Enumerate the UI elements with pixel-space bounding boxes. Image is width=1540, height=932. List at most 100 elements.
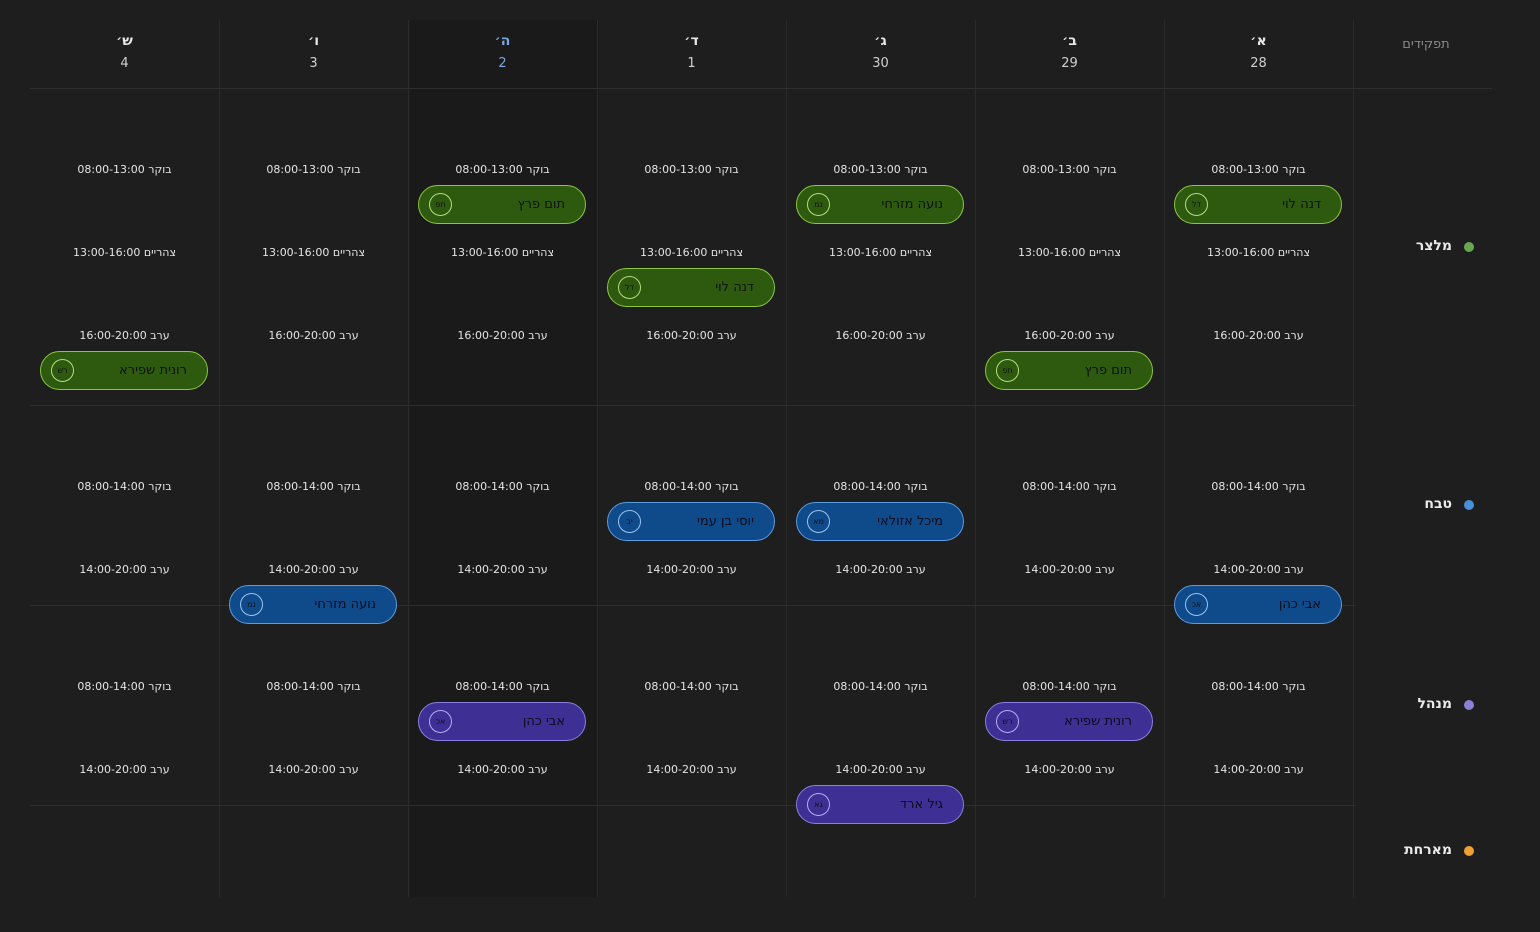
day-header[interactable]: ב׳ 29 — [975, 20, 1164, 88]
employee-name: דנה לוי — [1282, 197, 1321, 212]
shift-assignment-pill[interactable]: נועה מזרחי נמ — [229, 585, 397, 624]
day-date: 3 — [309, 56, 318, 71]
day-name: ו׳ — [307, 33, 320, 49]
employee-name: אבי כהן — [1278, 597, 1321, 612]
day-date: 29 — [1061, 56, 1078, 71]
shift-slot-label[interactable]: בוקר 08:00-14:00 — [408, 480, 597, 493]
shift-slot-label[interactable]: בוקר 08:00-14:00 — [786, 480, 975, 493]
role-color-dot — [1464, 500, 1474, 510]
row-divider — [30, 805, 1356, 806]
role-color-dot — [1464, 700, 1474, 710]
shift-slot-label[interactable]: צהריים 13:00-16:00 — [1164, 246, 1353, 259]
day-header[interactable]: ה׳ 2 — [408, 20, 597, 88]
employee-avatar: אכ — [1185, 593, 1208, 616]
employee-name: נועה מזרחי — [314, 597, 376, 612]
shift-slot-label[interactable]: ערב 16:00-20:00 — [408, 329, 597, 342]
shift-slot-label[interactable]: צהריים 13:00-16:00 — [219, 246, 408, 259]
shift-slot-label[interactable]: בוקר 08:00-14:00 — [30, 680, 219, 693]
role-color-dot — [1464, 846, 1474, 856]
shift-slot-label[interactable]: ערב 16:00-20:00 — [975, 329, 1164, 342]
shift-slot-label[interactable]: בוקר 08:00-14:00 — [786, 680, 975, 693]
employee-name: מיכל אזולאי — [877, 514, 943, 529]
shift-assignment-pill[interactable]: תום פרץ תפ — [985, 351, 1153, 390]
role-label: טבח — [1424, 496, 1452, 512]
day-name: ש׳ — [116, 33, 133, 49]
shift-slot-label[interactable]: בוקר 08:00-13:00 — [219, 163, 408, 176]
shift-slot-label[interactable]: בוקר 08:00-14:00 — [408, 680, 597, 693]
shift-assignment-pill[interactable]: תום פרץ תפ — [418, 185, 586, 224]
day-header[interactable]: ו׳ 3 — [219, 20, 408, 88]
shift-slot-label[interactable]: צהריים 13:00-16:00 — [408, 246, 597, 259]
shift-slot-label[interactable]: ערב 14:00-20:00 — [975, 763, 1164, 776]
shift-slot-label[interactable]: בוקר 08:00-14:00 — [597, 680, 786, 693]
shift-slot-label[interactable]: צהריים 13:00-16:00 — [597, 246, 786, 259]
shift-assignment-pill[interactable]: גיל ארד גא — [796, 785, 964, 824]
role-label: מארחת — [1404, 842, 1452, 858]
shift-slot-label[interactable]: ערב 14:00-20:00 — [30, 563, 219, 576]
shift-slot-label[interactable]: ערב 14:00-20:00 — [597, 563, 786, 576]
employee-name: תום פרץ — [517, 197, 565, 212]
employee-avatar: תפ — [996, 359, 1019, 382]
employee-avatar: יב — [618, 510, 641, 533]
shift-slot-label[interactable]: ערב 16:00-20:00 — [597, 329, 786, 342]
shift-assignment-pill[interactable]: אבי כהן אכ — [418, 702, 586, 741]
shift-slot-label[interactable]: בוקר 08:00-14:00 — [219, 680, 408, 693]
shift-slot-label[interactable]: ערב 14:00-20:00 — [219, 563, 408, 576]
shift-assignment-pill[interactable]: רונית שפירא רש — [985, 702, 1153, 741]
day-date: 4 — [120, 56, 129, 71]
shift-slot-label[interactable]: צהריים 13:00-16:00 — [975, 246, 1164, 259]
shift-assignment-pill[interactable]: רונית שפירא רש — [40, 351, 208, 390]
employee-avatar: דל — [1185, 193, 1208, 216]
day-header[interactable]: ד׳ 1 — [597, 20, 786, 88]
shift-slot-label[interactable]: בוקר 08:00-14:00 — [219, 480, 408, 493]
shift-slot-label[interactable]: ערב 14:00-20:00 — [786, 763, 975, 776]
shift-slot-label[interactable]: בוקר 08:00-14:00 — [975, 680, 1164, 693]
employee-avatar: גא — [807, 793, 830, 816]
shift-assignment-pill[interactable]: דנה לוי דל — [607, 268, 775, 307]
shift-slot-label[interactable]: ערב 16:00-20:00 — [1164, 329, 1353, 342]
employee-avatar: נמ — [240, 593, 263, 616]
shift-slot-label[interactable]: בוקר 08:00-13:00 — [597, 163, 786, 176]
employee-avatar: אכ — [429, 710, 452, 733]
shift-slot-label[interactable]: ערב 14:00-20:00 — [30, 763, 219, 776]
shift-slot-label[interactable]: בוקר 08:00-13:00 — [786, 163, 975, 176]
shift-slot-label[interactable]: ערב 14:00-20:00 — [408, 563, 597, 576]
shift-slot-label[interactable]: ערב 16:00-20:00 — [786, 329, 975, 342]
shift-slot-label[interactable]: בוקר 08:00-13:00 — [408, 163, 597, 176]
shift-slot-label[interactable]: צהריים 13:00-16:00 — [786, 246, 975, 259]
shift-slot-label[interactable]: בוקר 08:00-14:00 — [597, 480, 786, 493]
employee-avatar: מא — [807, 510, 830, 533]
shift-slot-label[interactable]: ערב 16:00-20:00 — [219, 329, 408, 342]
shift-slot-label[interactable]: בוקר 08:00-13:00 — [30, 163, 219, 176]
shift-slot-label[interactable]: ערב 14:00-20:00 — [786, 563, 975, 576]
shift-slot-label[interactable]: בוקר 08:00-13:00 — [1164, 163, 1353, 176]
shift-assignment-pill[interactable]: מיכל אזולאי מא — [796, 502, 964, 541]
employee-avatar: רש — [996, 710, 1019, 733]
shift-slot-label[interactable]: ערב 16:00-20:00 — [30, 329, 219, 342]
shift-slot-label[interactable]: בוקר 08:00-14:00 — [30, 480, 219, 493]
day-date: 1 — [687, 56, 696, 71]
shift-slot-label[interactable]: צהריים 13:00-16:00 — [30, 246, 219, 259]
shift-slot-label[interactable]: בוקר 08:00-14:00 — [1164, 480, 1353, 493]
shift-slot-label[interactable]: ערב 14:00-20:00 — [597, 763, 786, 776]
shift-slot-label[interactable]: ערב 14:00-20:00 — [219, 763, 408, 776]
day-name: ב׳ — [1062, 33, 1077, 49]
shift-slot-label[interactable]: בוקר 08:00-13:00 — [975, 163, 1164, 176]
shift-slot-label[interactable]: בוקר 08:00-14:00 — [1164, 680, 1353, 693]
day-header[interactable]: ג׳ 30 — [786, 20, 975, 88]
shift-assignment-pill[interactable]: אבי כהן אכ — [1174, 585, 1342, 624]
role-color-dot — [1464, 241, 1474, 252]
shift-assignment-pill[interactable]: נועה מזרחי נמ — [796, 185, 964, 224]
employee-avatar: תפ — [429, 193, 452, 216]
shift-slot-label[interactable]: ערב 14:00-20:00 — [1164, 563, 1353, 576]
shift-assignment-pill[interactable]: יוסי בן עמי יב — [607, 502, 775, 541]
shift-slot-label[interactable]: ערב 14:00-20:00 — [1164, 763, 1353, 776]
shift-assignment-pill[interactable]: דנה לוי דל — [1174, 185, 1342, 224]
shift-slot-label[interactable]: ערב 14:00-20:00 — [975, 563, 1164, 576]
shift-slot-label[interactable]: ערב 14:00-20:00 — [408, 763, 597, 776]
shift-slot-label[interactable]: בוקר 08:00-14:00 — [975, 480, 1164, 493]
employee-avatar: נמ — [807, 193, 830, 216]
employee-name: דנה לוי — [715, 280, 754, 295]
day-header[interactable]: א׳ 28 — [1164, 20, 1353, 88]
day-header[interactable]: ש׳ 4 — [30, 20, 219, 88]
